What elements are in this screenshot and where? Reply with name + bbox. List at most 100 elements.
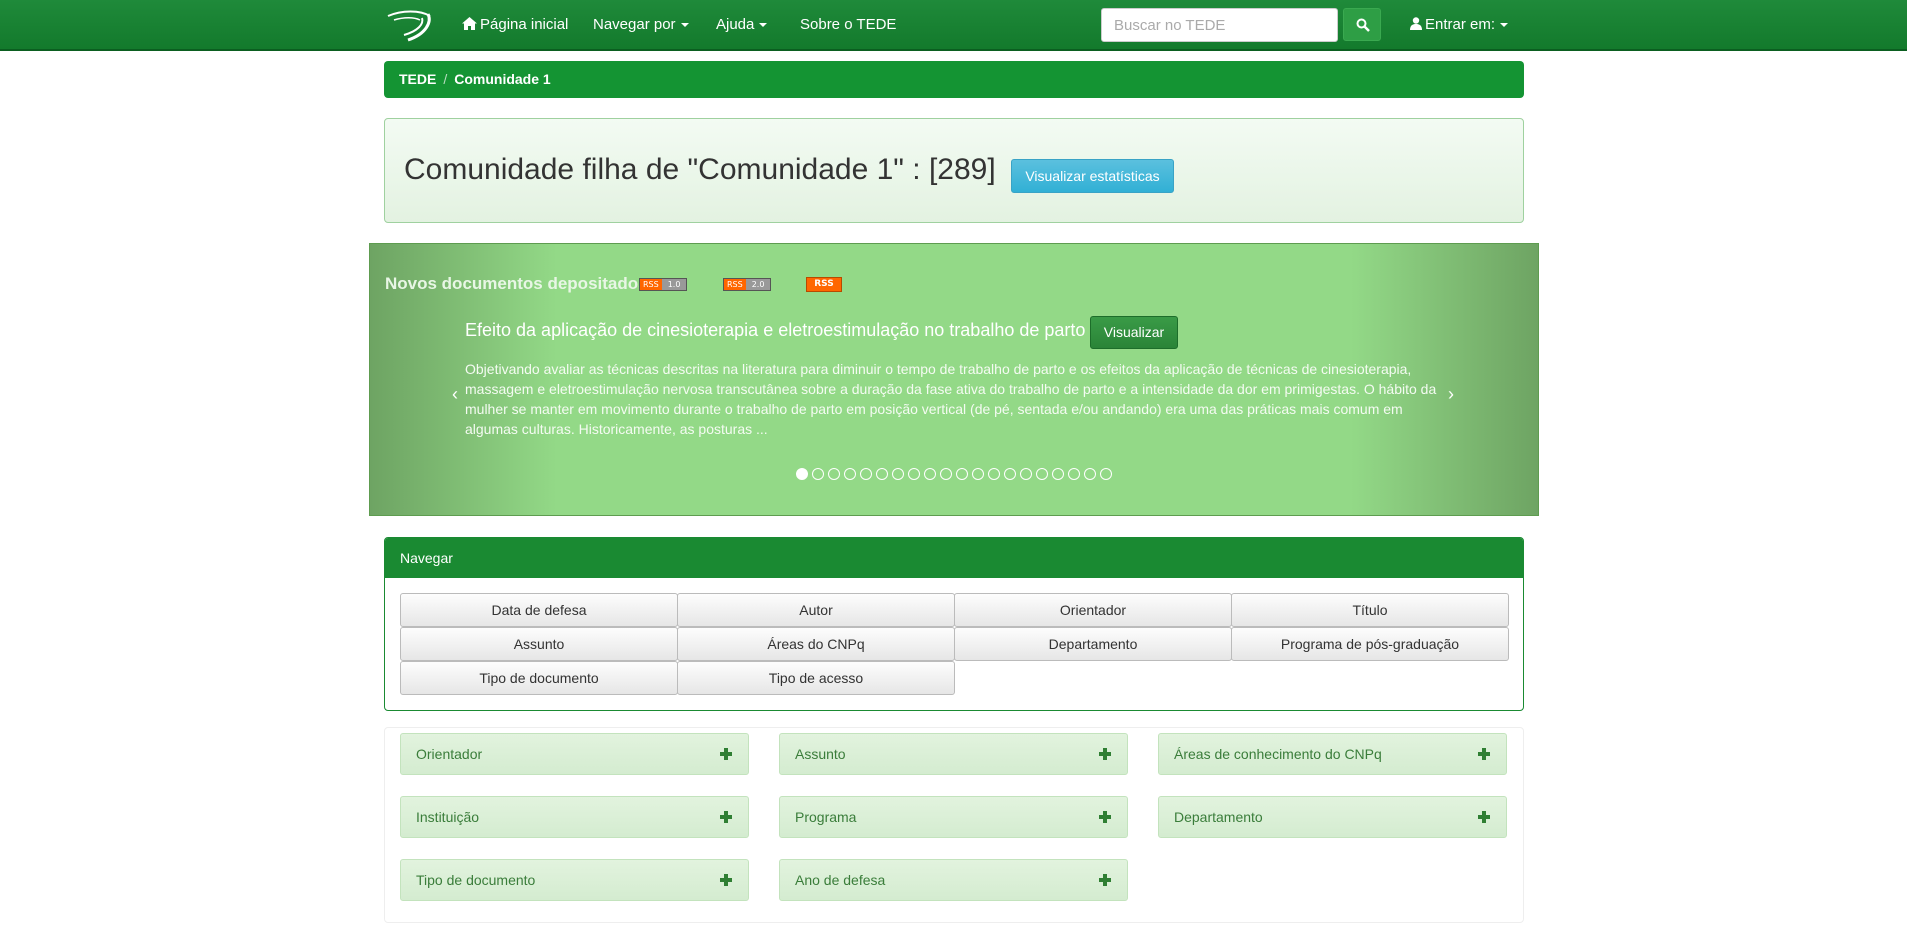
carousel-indicator-dot[interactable]: [844, 468, 856, 480]
plus-icon: [720, 874, 732, 886]
facet-defense-year[interactable]: Ano de defesa: [779, 859, 1128, 901]
carousel-item-title: Efeito da aplicação de cinesioterapia e …: [465, 320, 1086, 340]
rss-badge-right: 1.0: [661, 279, 687, 290]
browse-by-document-type-button[interactable]: Tipo de documento: [400, 661, 678, 695]
login-label: Entrar em:: [1425, 16, 1496, 33]
plus-icon: [1478, 748, 1490, 760]
carousel-item-description: Objetivando avaliar as técnicas descrita…: [465, 361, 1437, 437]
carousel-indicator-dot[interactable]: [972, 468, 984, 480]
search-button[interactable]: [1343, 8, 1381, 41]
carousel-indicator-dot[interactable]: [908, 468, 920, 480]
carousel-indicators: [796, 468, 1116, 482]
facet-program[interactable]: Programa: [779, 796, 1128, 838]
facet-institution[interactable]: Instituição: [400, 796, 749, 838]
carousel-indicator-dot[interactable]: [1068, 468, 1080, 480]
facet-department[interactable]: Departamento: [1158, 796, 1507, 838]
caret-down-icon: [759, 23, 768, 28]
carousel-indicator-dot[interactable]: [796, 468, 808, 480]
carousel-indicator-dot[interactable]: [860, 468, 872, 480]
carousel-indicator-dot[interactable]: [940, 468, 952, 480]
browse-by-title-button[interactable]: Título: [1231, 593, 1509, 627]
breadcrumb: TEDE / Comunidade 1: [384, 61, 1524, 98]
facet-advisor[interactable]: Orientador: [400, 733, 749, 775]
browse-panel-heading: Navegar: [385, 538, 1523, 578]
browse-by-subject-button[interactable]: Assunto: [400, 627, 678, 661]
plus-icon: [1099, 811, 1111, 823]
caret-down-icon: [680, 23, 689, 28]
rss-1-0-link[interactable]: RSS 1.0: [639, 278, 688, 291]
community-header: Comunidade filha de "Comunidade 1" : [28…: [384, 118, 1524, 223]
plus-icon: [720, 811, 732, 823]
nav-about-link[interactable]: Sobre o TEDE: [800, 0, 896, 50]
facet-label: Programa: [795, 809, 857, 825]
browse-by-defense-date-button[interactable]: Data de defesa: [400, 593, 678, 627]
recent-submissions-carousel: Novos documentos depositados RSS 1.0 RSS 2…: [369, 243, 1539, 516]
home-icon: [462, 17, 477, 30]
carousel-indicator-dot[interactable]: [924, 468, 936, 480]
search-input[interactable]: [1101, 8, 1338, 42]
caret-down-icon: [1500, 23, 1509, 28]
view-item-button[interactable]: Visualizar: [1090, 316, 1178, 349]
carousel-indicator-dot[interactable]: [1020, 468, 1032, 480]
plus-icon: [1478, 811, 1490, 823]
rss-2-0-link[interactable]: RSS 2.0: [723, 278, 772, 291]
facet-cnpq-area[interactable]: Áreas de conhecimento do CNPq: [1158, 733, 1507, 775]
page-title: Comunidade filha de "Comunidade 1" : [28…: [404, 153, 996, 186]
carousel-indicator-dot[interactable]: [1004, 468, 1016, 480]
facet-label: Orientador: [416, 746, 483, 762]
carousel-indicator-dot[interactable]: [892, 468, 904, 480]
rss-badge-left: RSS: [724, 279, 746, 290]
nav-browse-dropdown[interactable]: Navegar por: [593, 0, 689, 50]
facet-label: Tipo de documento: [416, 872, 536, 888]
carousel-indicator-dot[interactable]: [1036, 468, 1048, 480]
breadcrumb-root-link[interactable]: TEDE: [399, 71, 436, 87]
top-navbar: Página inicial Navegar por Ajuda Sobre o…: [0, 0, 1907, 51]
breadcrumb-current: Comunidade 1: [454, 71, 551, 87]
view-statistics-button[interactable]: Visualizar estatísticas: [1011, 159, 1174, 193]
rss-badge-left: RSS: [640, 279, 662, 290]
carousel-indicator-dot[interactable]: [828, 468, 840, 480]
breadcrumb-separator: /: [443, 71, 448, 87]
nav-help-dropdown[interactable]: Ajuda: [716, 0, 768, 50]
plus-icon: [720, 748, 732, 760]
nav-help-label: Ajuda: [716, 16, 755, 33]
navbar-inner: Página inicial Navegar por Ajuda Sobre o…: [384, 0, 1524, 50]
browse-by-access-type-button[interactable]: Tipo de acesso: [677, 661, 955, 695]
login-dropdown[interactable]: Entrar em:: [1410, 0, 1509, 50]
browse-by-author-button[interactable]: Autor: [677, 593, 955, 627]
plus-icon: [1099, 748, 1111, 760]
plus-icon: [1099, 874, 1111, 886]
search-icon: [1356, 18, 1370, 32]
chevron-right-icon[interactable]: ›: [1448, 384, 1454, 405]
facet-subject[interactable]: Assunto: [779, 733, 1128, 775]
facet-label: Ano de defesa: [795, 872, 886, 888]
carousel-indicator-dot[interactable]: [1052, 468, 1064, 480]
carousel-indicator-dot[interactable]: [876, 468, 888, 480]
tede-logo[interactable]: [384, 6, 434, 44]
facet-label: Departamento: [1174, 809, 1263, 825]
carousel-indicator-dot[interactable]: [988, 468, 1000, 480]
nav-about-label: Sobre o TEDE: [800, 16, 897, 33]
carousel-indicator-dot[interactable]: [1084, 468, 1096, 480]
carousel-indicator-dot[interactable]: [1100, 468, 1112, 480]
facets-container: Orientador Assunto Áreas de conhecimento…: [384, 727, 1524, 923]
rss-atom-link[interactable]: RSS: [806, 277, 842, 292]
browse-by-advisor-button[interactable]: Orientador: [954, 593, 1232, 627]
browse-by-department-button[interactable]: Departamento: [954, 627, 1232, 661]
rss-badge-right: 2.0: [745, 279, 771, 290]
carousel-indicator-dot[interactable]: [812, 468, 824, 480]
facet-document-type[interactable]: Tipo de documento: [400, 859, 749, 901]
browse-by-cnpq-area-button[interactable]: Áreas do CNPq: [677, 627, 955, 661]
browse-by-program-button[interactable]: Programa de pós-graduação: [1231, 627, 1509, 661]
chevron-left-icon[interactable]: ‹: [452, 384, 458, 405]
carousel-heading: Novos documentos depositados: [385, 274, 648, 293]
browse-panel: Navegar Data de defesa Autor Orientador …: [384, 537, 1524, 711]
user-icon: [1410, 17, 1422, 30]
facet-label: Assunto: [795, 746, 846, 762]
facet-label: Áreas de conhecimento do CNPq: [1174, 746, 1382, 762]
nav-home-link[interactable]: Página inicial: [462, 0, 568, 50]
carousel-indicator-dot[interactable]: [956, 468, 968, 480]
nav-browse-label: Navegar por: [593, 16, 676, 33]
facet-label: Instituição: [416, 809, 480, 825]
nav-home-label: Página inicial: [480, 16, 569, 33]
